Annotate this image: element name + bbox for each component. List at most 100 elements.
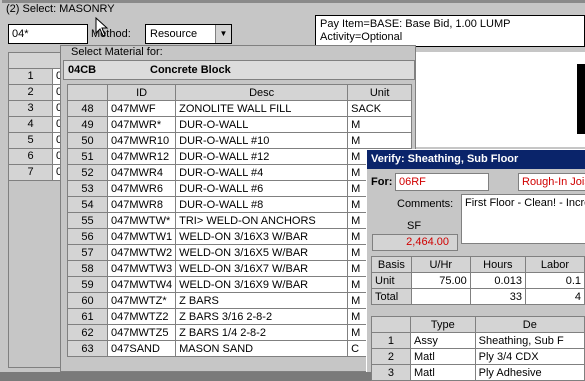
cell-desc: TRI> WELD-ON ANCHORS xyxy=(175,212,349,229)
cell-desc: DUR-O-WALL #4 xyxy=(175,164,349,181)
cell-id: 047MWTW* xyxy=(106,212,177,229)
select-masonry-window: (2) Select: MASONRY Method: Resource ▼ P… xyxy=(0,0,585,381)
comments-field[interactable]: First Floor - Clean! - Increase xyxy=(461,194,585,244)
row-number: 2 xyxy=(9,85,53,100)
row-number: 49 xyxy=(67,116,108,133)
cell-desc: Ply 3/4 CDX xyxy=(474,348,585,365)
sf-label: SF xyxy=(407,220,422,232)
method-select[interactable]: Resource ▼ xyxy=(145,24,232,44)
sf-quantity[interactable]: 2,464.00 xyxy=(372,234,458,251)
chevron-down-icon[interactable]: ▼ xyxy=(215,25,231,43)
cell-desc: Z BARS xyxy=(175,292,349,309)
table-row[interactable]: 2 Matl Ply 3/4 CDX xyxy=(371,348,585,365)
left-grid-row[interactable]: 40 xyxy=(9,117,67,133)
row-number: 51 xyxy=(67,148,108,165)
activity-field[interactable]: Rough-In Joists xyxy=(518,173,585,191)
cell-desc: DUR-O-WALL #12 xyxy=(175,148,349,165)
cell-desc: WELD-ON 3/16X9 W/BAR xyxy=(175,276,349,293)
labor-row[interactable]: Total 33 4 xyxy=(371,288,585,305)
column-header-id[interactable]: ID xyxy=(106,84,177,101)
left-grid-row[interactable]: 50 xyxy=(9,133,67,149)
table-header-row: ID Desc Unit xyxy=(67,84,413,101)
uhr-cell[interactable] xyxy=(410,288,471,305)
cell-desc: DUR-O-WALL xyxy=(175,116,349,133)
comments-label: Comments: xyxy=(397,198,454,210)
background-grid xyxy=(415,52,585,147)
labor-cell[interactable]: 0.1 xyxy=(524,272,585,289)
column-header-unit[interactable]: Unit xyxy=(347,84,413,101)
table-row[interactable]: 55 047MWTW* TRI> WELD-ON ANCHORS M xyxy=(67,212,413,229)
table-row[interactable]: 1 Assy Sheathing, Sub F xyxy=(371,332,585,349)
column-header-uhr: U/Hr xyxy=(410,256,471,273)
cell-id: 047MWTW4 xyxy=(106,276,177,293)
cell-desc: ZONOLITE WALL FILL xyxy=(175,100,349,117)
row-number: 54 xyxy=(67,196,108,213)
cell-id: 047MWF xyxy=(106,100,177,117)
row-number: 4 xyxy=(9,117,53,132)
hours-cell[interactable]: 0.013 xyxy=(469,272,526,289)
left-grid-row[interactable]: 10 xyxy=(9,69,67,85)
left-grid-row[interactable]: 70 xyxy=(9,165,67,181)
table-row[interactable]: 48 047MWF ZONOLITE WALL FILL SACK xyxy=(67,100,413,117)
column-header-labor: Labor xyxy=(524,256,585,273)
table-row[interactable]: 50 047MWR10 DUR-O-WALL #10 M xyxy=(67,132,413,149)
table-row[interactable]: 3 Matl Ply Adhesive xyxy=(371,364,585,381)
cell-desc: DUR-O-WALL #6 xyxy=(175,180,349,197)
labor-cell[interactable]: 4 xyxy=(524,288,585,305)
column-header-desc[interactable]: Desc xyxy=(175,84,349,101)
row-number: 59 xyxy=(67,276,108,293)
table-row[interactable]: 49 047MWR* DUR-O-WALL M xyxy=(67,116,413,133)
material-table: ID Desc Unit 48 047MWF ZONOLITE WALL FILL S… xyxy=(67,84,413,357)
table-row[interactable]: 54 047MWR8 DUR-O-WALL #8 M xyxy=(67,196,413,213)
for-field[interactable]: 06RF xyxy=(395,173,489,191)
table-row[interactable]: 52 047MWR4 DUR-O-WALL #4 M xyxy=(67,164,413,181)
row-number: 50 xyxy=(67,132,108,149)
table-row[interactable]: 59 047MWTW4 WELD-ON 3/16X9 W/BAR M xyxy=(67,276,413,293)
left-grid-row[interactable]: 20 xyxy=(9,85,67,101)
mouse-cursor-icon xyxy=(95,17,109,37)
cell-desc: MASON SAND xyxy=(175,340,349,357)
left-grid-row[interactable]: 60 xyxy=(9,149,67,165)
uhr-cell[interactable]: 75.00 xyxy=(410,272,471,289)
cell-id: 047MWTZ5 xyxy=(106,324,177,341)
cell-desc: Sheathing, Sub F xyxy=(474,332,585,349)
cell-id: 047MWR10 xyxy=(106,132,177,149)
left-grid-row[interactable]: 30 xyxy=(9,101,67,117)
pay-item-line: Pay Item=BASE: Base Bid, 1.00 LUMP xyxy=(320,18,511,30)
cell-unit: M xyxy=(347,116,413,133)
table-row[interactable]: 62 047MWTZ5 Z BARS 1/4 2-8-2 M xyxy=(67,324,413,341)
table-row[interactable]: 56 047MWTW1 WELD-ON 3/16X3 W/BAR M xyxy=(67,228,413,245)
column-header-type: Type xyxy=(409,316,476,333)
window-title: (2) Select: MASONRY xyxy=(6,3,115,15)
table-row[interactable]: 63 047SAND MASON SAND C xyxy=(67,340,413,357)
material-name: Concrete Block xyxy=(150,64,231,76)
cell-desc: Z BARS 3/16 2-8-2 xyxy=(175,308,349,325)
hours-cell[interactable]: 33 xyxy=(469,288,526,305)
table-row[interactable]: 57 047MWTW2 WELD-ON 3/16X5 W/BAR M xyxy=(67,244,413,261)
cell-unit: SACK xyxy=(347,100,413,117)
row-number: 1 xyxy=(371,332,411,349)
search-input[interactable] xyxy=(8,24,88,44)
table-row[interactable]: 61 047MWTZ2 Z BARS 3/16 2-8-2 M xyxy=(67,308,413,325)
cell-unit: M xyxy=(347,132,413,149)
verify-title[interactable]: Verify: Sheathing, Sub Floor xyxy=(367,150,585,169)
row-number: 60 xyxy=(67,292,108,309)
table-row[interactable]: 60 047MWTZ* Z BARS M xyxy=(67,292,413,309)
cell-type: Matl xyxy=(409,348,476,365)
cell-id: 047MWR12 xyxy=(106,148,177,165)
table-row[interactable]: 58 047MWTW3 WELD-ON 3/16X7 W/BAR M xyxy=(67,260,413,277)
verify-dialog: Verify: Sheathing, Sub Floor For: 06RF R… xyxy=(366,149,585,381)
assy-header-row: Type De xyxy=(371,316,585,333)
scroll-thumb[interactable] xyxy=(577,64,585,134)
cell-id: 047MWR4 xyxy=(106,164,177,181)
labor-header-row: Basis U/Hr Hours Labor xyxy=(371,256,585,273)
cell-desc: DUR-O-WALL #8 xyxy=(175,196,349,213)
cell-id: 047MWTZ2 xyxy=(106,308,177,325)
row-number: 58 xyxy=(67,260,108,277)
cell-id: 047MWTZ* xyxy=(106,292,177,309)
cell-id: 047MWR6 xyxy=(106,180,177,197)
labor-row[interactable]: Unit 75.00 0.013 0.1 xyxy=(371,272,585,289)
table-row[interactable]: 51 047MWR12 DUR-O-WALL #12 M xyxy=(67,148,413,165)
row-number: 48 xyxy=(67,100,108,117)
table-row[interactable]: 53 047MWR6 DUR-O-WALL #6 M xyxy=(67,180,413,197)
